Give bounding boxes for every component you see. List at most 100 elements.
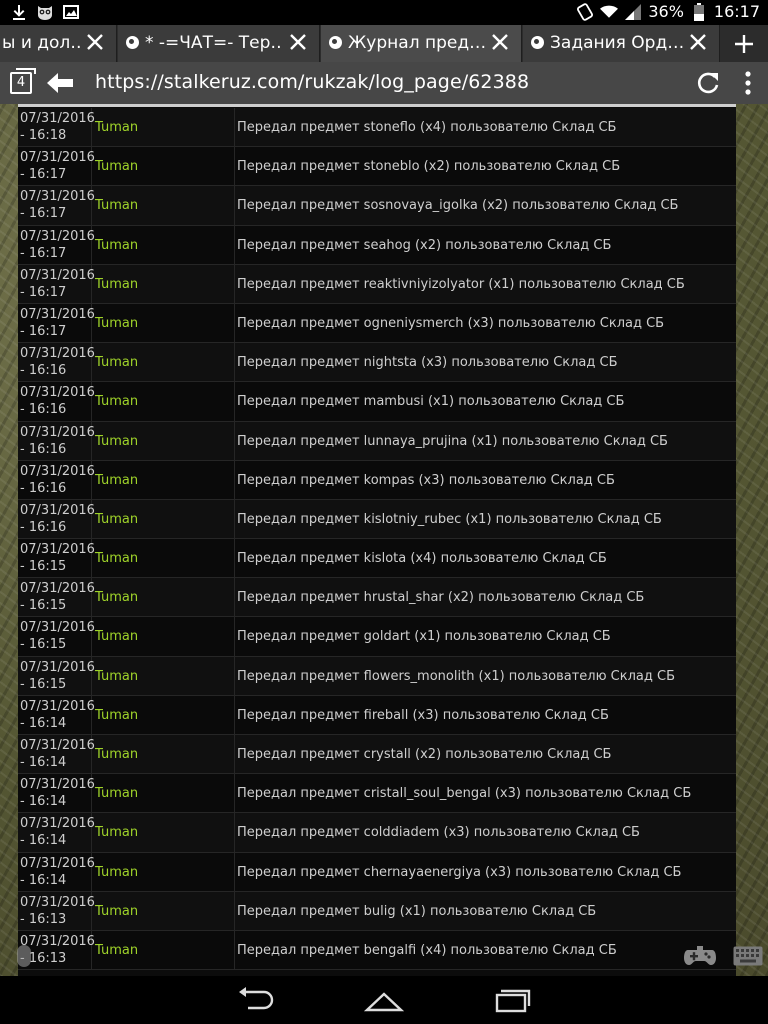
- log-message: Передал предмет seahog (x2) пользователю…: [237, 237, 612, 253]
- log-date-time: - 16:17: [20, 167, 67, 183]
- log-date-time: - 16:14: [20, 755, 67, 770]
- keyboard-icon[interactable]: [733, 946, 763, 966]
- rotate-icon: [576, 2, 594, 21]
- log-user-link[interactable]: Tuman: [92, 264, 235, 303]
- log-user-link[interactable]: Tuman: [92, 108, 235, 147]
- log-date-time: - 16:17: [20, 206, 67, 222]
- browser-tab-active[interactable]: Журнал пред…: [321, 25, 522, 62]
- log-user-link[interactable]: Tuman: [92, 147, 235, 186]
- log-row: 07/31/2016- 16:15 Tuman Передал предмет fl…: [18, 656, 736, 696]
- gamepad-icon[interactable]: [684, 944, 716, 966]
- recents-nav-icon[interactable]: [492, 986, 532, 1014]
- log-user-link[interactable]: Tuman: [92, 774, 235, 813]
- log-message: Передал предмет chernayaenergiya (x3) по…: [237, 864, 682, 880]
- log-date-time: - 16:13: [20, 911, 67, 927]
- log-message: Передал предмет sosnovaya_igolka (x2) по…: [237, 198, 679, 214]
- log-user-link[interactable]: Tuman: [92, 225, 235, 264]
- log-date-time: - 16:16: [20, 441, 67, 457]
- log-user-link[interactable]: Tuman: [92, 421, 235, 460]
- log-date-time: - 16:17: [20, 284, 67, 300]
- log-user-link[interactable]: Tuman: [92, 735, 235, 774]
- log-date-day: 07/31/2016: [20, 267, 95, 283]
- new-tab-icon[interactable]: [720, 25, 768, 62]
- close-icon[interactable]: [287, 31, 309, 53]
- wifi-icon: [600, 3, 619, 21]
- panel-top-border: [18, 104, 736, 107]
- log-user-link[interactable]: Tuman: [92, 186, 235, 225]
- log-message: Передал предмет kompas (x3) пользователю…: [237, 472, 615, 488]
- log-date: 07/31/2016- 16:15: [18, 539, 95, 578]
- log-date: 07/31/2016- 16:15: [18, 617, 95, 656]
- close-icon[interactable]: [687, 31, 709, 53]
- log-message: Передал предмет lunnaya_prujina (x1) пол…: [237, 433, 668, 449]
- log-user-link[interactable]: Tuman: [92, 343, 235, 382]
- log-date: 07/31/2016- 16:17: [18, 225, 95, 264]
- url-field[interactable]: https://stalkeruz.com/rukzak/log_page/62…: [95, 71, 529, 93]
- log-user-link[interactable]: Tuman: [92, 813, 235, 852]
- log-date-day: 07/31/2016: [20, 581, 95, 597]
- log-user-link[interactable]: Tuman: [92, 656, 235, 695]
- log-message: Передал предмет crystall (x2) пользовате…: [237, 747, 612, 762]
- battery-icon: [690, 2, 708, 21]
- browser-tab[interactable]: Задания Орд…: [523, 25, 720, 62]
- log-date: 07/31/2016- 16:17: [18, 303, 95, 343]
- log-message: Передал предмет cristall_soul_bengal (x3…: [237, 786, 692, 802]
- log-message: Передал предмет stoneblo (x2) пользовате…: [237, 159, 621, 175]
- log-user-link[interactable]: Tuman: [92, 460, 235, 499]
- log-date-time: - 16:15: [20, 637, 67, 653]
- log-user-link[interactable]: Tuman: [92, 499, 235, 539]
- battery-percent: 36%: [648, 2, 684, 21]
- mouse-icon[interactable]: [17, 945, 31, 967]
- log-row: 07/31/2016 - 16:14 Tuman Передал предмет cr…: [18, 735, 736, 775]
- log-user-link[interactable]: Tuman: [92, 617, 235, 656]
- log-date-time: - 16:14: [20, 872, 67, 888]
- tab-title: Задания Орд…: [550, 33, 683, 53]
- log-date-day: 07/31/2016: [20, 698, 95, 714]
- log-date: 07/31/2016- 16:17: [18, 186, 95, 225]
- close-icon[interactable]: [84, 31, 106, 53]
- log-user-link[interactable]: Tuman: [92, 852, 235, 891]
- back-arrow-icon[interactable]: [45, 70, 75, 96]
- reload-icon[interactable]: [695, 70, 721, 96]
- log-user-link[interactable]: Tuman: [92, 539, 235, 578]
- home-nav-icon[interactable]: [364, 986, 404, 1014]
- globe-icon: [329, 36, 342, 49]
- log-date-day: 07/31/2016: [20, 385, 95, 401]
- log-row: 07/31/2016- 16:15 Tuman Передал предмет go…: [18, 617, 736, 657]
- log-date-day: 07/31/2016: [20, 150, 95, 166]
- log-message: Передал предмет ogneniysmerch (x3) польз…: [237, 315, 665, 331]
- log-date-time: - 16:17: [20, 323, 67, 339]
- tab-count-button[interactable]: 4: [10, 68, 36, 94]
- browser-tab[interactable]: * -=ЧАТ=- Тер…: [118, 25, 320, 62]
- log-date-time: - 16:15: [20, 598, 67, 614]
- log-user-link[interactable]: Tuman: [92, 578, 235, 617]
- log-row: 07/31/2016- 16:14 Tuman Передал предмет co…: [18, 813, 736, 853]
- browser-tab[interactable]: ы и дол…: [0, 25, 117, 62]
- log-date: 07/31/2016- 16:14: [18, 774, 95, 813]
- log-date-time: - 16:16: [20, 519, 67, 535]
- log-message: Передал предмет reaktivniyizolyator (x1)…: [237, 276, 685, 292]
- log-date: 07/31/2016- 16:15: [18, 578, 95, 617]
- tab-strip: ы и дол… * -=ЧАТ=- Тер… Журнал пред… Зад…: [0, 25, 768, 62]
- log-message: Передал предмет nightsta (x3) пользовате…: [237, 355, 618, 371]
- log-message: Передал предмет stoneflo (x4) пользовате…: [237, 120, 617, 135]
- log-user-link[interactable]: Tuman: [92, 695, 235, 734]
- globe-icon: [126, 36, 139, 49]
- log-user-link[interactable]: Tuman: [92, 382, 235, 421]
- log-date: 07/31/2016- 16:16: [18, 499, 95, 539]
- log-date: 07/31/2016- 16:17: [18, 264, 95, 303]
- log-date-day: 07/31/2016: [20, 228, 95, 244]
- log-date: 07/31/2016- 16:15: [18, 656, 95, 695]
- log-row: 07/31/2016- 16:17 Tuman Передал предмет og…: [18, 303, 736, 344]
- overflow-menu-icon[interactable]: [738, 70, 758, 96]
- log-row: 07/31/2016- 16:15 Tuman Передал предмет hr…: [18, 578, 736, 618]
- log-message: Передал предмет mambusi (x1) пользовател…: [237, 394, 625, 410]
- log-user-link[interactable]: Tuman: [92, 930, 235, 970]
- signal-icon: [624, 3, 642, 21]
- log-user-link[interactable]: Tuman: [92, 303, 235, 343]
- log-date-day: 07/31/2016: [20, 738, 95, 753]
- log-date-time: - 16:17: [20, 245, 67, 261]
- back-nav-icon[interactable]: [236, 986, 276, 1014]
- log-user-link[interactable]: Tuman: [92, 891, 235, 930]
- close-icon[interactable]: [489, 31, 511, 53]
